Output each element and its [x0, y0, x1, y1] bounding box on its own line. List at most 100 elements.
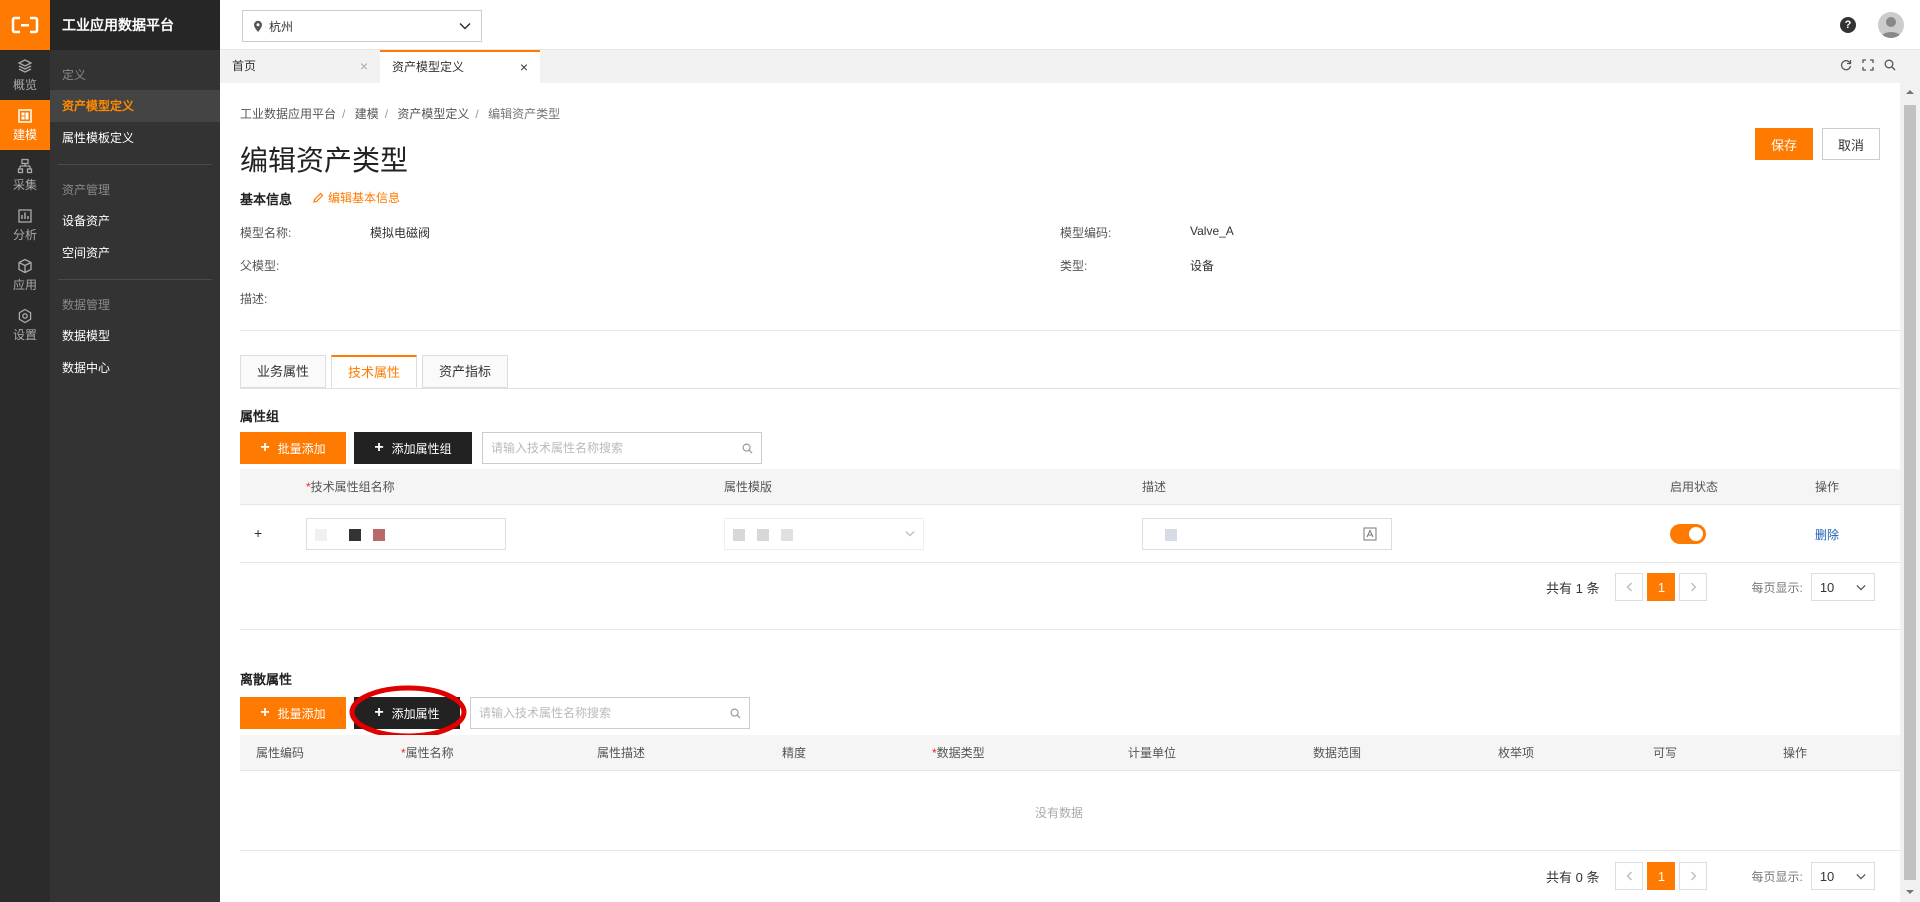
prev-page-button[interactable]	[1615, 862, 1644, 890]
scroll-up-icon[interactable]	[1905, 89, 1915, 95]
page-scrollbar[interactable]	[1900, 83, 1920, 902]
group-search-input[interactable]	[491, 441, 742, 455]
rail-label: 设置	[12, 327, 37, 342]
search-icon[interactable]	[1884, 59, 1896, 71]
column-header: 启用状态	[1670, 480, 1719, 494]
page-number-button[interactable]: 1	[1647, 573, 1676, 601]
breadcrumb-item[interactable]: 建模	[355, 107, 379, 121]
layers-icon	[17, 58, 33, 73]
column-header: 可写	[1653, 746, 1678, 760]
chart-icon	[18, 208, 32, 223]
app-title: 工业应用数据平台	[50, 0, 220, 50]
discrete-search-input[interactable]	[479, 706, 730, 720]
tab-label: 首页	[232, 59, 257, 73]
column-header: 属性描述	[597, 746, 646, 760]
menu-item-device-asset[interactable]: 设备资产	[50, 205, 220, 237]
cancel-button[interactable]: 取消	[1822, 128, 1880, 160]
menu-group-definition: 定义	[62, 68, 87, 82]
discrete-table-header: 属性编码 *属性名称 属性描述 精度 *数据类型 计量单位 数据范围 枚举项 可…	[240, 735, 1900, 771]
prev-page-button[interactable]	[1615, 573, 1644, 601]
enable-status-toggle[interactable]	[1670, 524, 1706, 544]
help-icon[interactable]: ?	[1840, 17, 1856, 33]
close-icon[interactable]: ×	[520, 52, 528, 83]
top-bar: 杭州 ?	[220, 0, 1920, 50]
refresh-icon[interactable]	[1840, 59, 1852, 71]
scrollbar-thumb[interactable]	[1904, 105, 1916, 880]
table-row: + 删除	[240, 505, 1900, 563]
discrete-batch-add-button[interactable]: + 批量添加	[240, 697, 346, 729]
scroll-down-icon[interactable]	[1905, 889, 1915, 895]
fullscreen-icon[interactable]	[1862, 59, 1874, 71]
pagination-total: 共有 1 条	[1546, 580, 1600, 596]
toggle-knob	[1689, 527, 1703, 541]
breadcrumb-item[interactable]: 工业数据应用平台	[240, 107, 336, 121]
group-batch-add-button[interactable]: + 批量添加	[240, 432, 346, 464]
rail-settings[interactable]: 设置	[0, 300, 50, 350]
page-size-label: 每页显示:	[1751, 580, 1803, 595]
search-icon[interactable]	[742, 443, 753, 454]
pencil-icon	[313, 192, 324, 203]
redacted-block	[757, 529, 769, 541]
user-avatar-icon	[1881, 17, 1901, 38]
menu-group-data-mgmt: 数据管理	[62, 298, 111, 312]
rail-overview[interactable]: 概览	[0, 50, 50, 100]
edit-basic-info-link[interactable]: 编辑基本信息	[312, 189, 400, 206]
chevron-right-icon	[1691, 582, 1697, 592]
add-attr-group-button[interactable]: + 添加属性组	[354, 432, 472, 464]
highlight-circle-annotation	[349, 685, 467, 739]
page-number-button[interactable]: 1	[1647, 862, 1676, 890]
rail-label: 分析	[12, 227, 37, 242]
page-size-select[interactable]: 10	[1810, 862, 1875, 890]
next-page-button[interactable]	[1679, 573, 1708, 601]
attr-template-select[interactable]	[724, 518, 924, 550]
page-size-select[interactable]: 10	[1810, 573, 1875, 601]
expand-row-icon[interactable]: +	[254, 525, 262, 541]
search-icon[interactable]	[730, 708, 741, 719]
rail-label: 应用	[12, 277, 37, 292]
empty-state-text: 没有数据	[1035, 806, 1084, 820]
description-input[interactable]	[1142, 518, 1392, 550]
save-button[interactable]: 保存	[1755, 128, 1813, 160]
column-header: *技术属性组名称	[306, 480, 395, 494]
close-icon[interactable]: ×	[360, 50, 368, 83]
rail-modeling[interactable]: 建模	[0, 100, 50, 150]
page-tabs: 首页 × 资产模型定义 ×	[220, 50, 1920, 83]
edit-basic-info-label: 编辑基本信息	[328, 191, 401, 205]
settings-icon	[18, 308, 32, 323]
breadcrumb-item[interactable]: 资产模型定义	[397, 107, 469, 121]
column-header: 精度	[782, 746, 807, 760]
tab-business-attrs[interactable]: 业务属性	[240, 355, 327, 388]
menu-item-space-asset[interactable]: 空间资产	[50, 237, 220, 269]
redacted-block	[315, 529, 327, 541]
divider	[240, 629, 1900, 630]
button-label: 批量添加	[277, 441, 326, 456]
text-edit-icon[interactable]	[1363, 527, 1377, 541]
tab-asset-model[interactable]: 资产模型定义 ×	[380, 50, 540, 83]
menu-item-data-center[interactable]: 数据中心	[50, 352, 220, 384]
redacted-block	[781, 529, 793, 541]
group-table-header: *技术属性组名称 属性模版 描述 启用状态 操作	[240, 469, 1900, 505]
plus-icon: +	[374, 439, 384, 456]
next-page-button[interactable]	[1679, 862, 1708, 890]
discrete-search-box	[470, 697, 750, 729]
rail-analysis[interactable]: 分析	[0, 200, 50, 250]
city-select[interactable]: 杭州	[242, 10, 482, 42]
tab-asset-indicators[interactable]: 资产指标	[422, 355, 509, 388]
logo[interactable]	[0, 0, 50, 50]
tab-home[interactable]: 首页 ×	[220, 50, 380, 83]
rail-collect[interactable]: 采集	[0, 150, 50, 200]
location-pin-icon	[254, 20, 262, 32]
main-content: 工业数据应用平台 / 建模 / 资产模型定义 / 编辑资产类型 编辑资产类型 保存 取…	[220, 83, 1900, 902]
submenu: 工业应用数据平台 定义 资产模型定义 属性模板定义 资产管理 设备资产 空间资产…	[50, 0, 220, 902]
column-header: *数据类型	[932, 746, 985, 760]
delete-row-link[interactable]: 删除	[1815, 526, 1839, 543]
tab-technical-attrs[interactable]: 技术属性	[331, 355, 418, 388]
menu-item-data-model[interactable]: 数据模型	[50, 320, 220, 352]
rail-apps[interactable]: 应用	[0, 250, 50, 300]
menu-item-asset-model[interactable]: 资产模型定义	[50, 90, 220, 122]
group-name-input[interactable]	[306, 518, 506, 550]
chevron-down-icon	[1856, 873, 1866, 879]
icon-rail: 概览 建模 采集 分析 应用 设置	[0, 0, 50, 902]
avatar[interactable]	[1878, 12, 1904, 38]
menu-item-attr-template[interactable]: 属性模板定义	[50, 122, 220, 154]
